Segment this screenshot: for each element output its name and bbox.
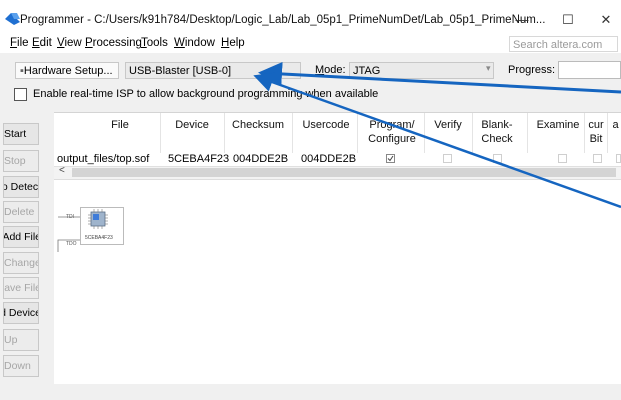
save-file-button[interactable]: Save File — [3, 277, 39, 299]
progress-bar — [558, 61, 621, 79]
verify-checkbox[interactable] — [443, 154, 452, 163]
program-checkbox[interactable] — [386, 154, 395, 163]
erase-checkbox[interactable] — [616, 154, 621, 163]
stop-button[interactable]: Stop — [3, 150, 39, 172]
menu-file[interactable]: File — [10, 37, 29, 49]
menu-help[interactable]: Help — [221, 37, 245, 49]
chevron-down-icon[interactable]: ▾ — [486, 63, 491, 74]
cell-usercode: 004DDE2B — [301, 153, 357, 165]
hardware-field: USB-Blaster [USB-0] — [125, 62, 301, 79]
menu-window[interactable]: Window — [174, 37, 215, 49]
jtag-chain-canvas — [54, 179, 621, 385]
header-security-bit[interactable]: cur Bit — [586, 118, 606, 146]
add-file-button[interactable]: Add File — [3, 226, 39, 248]
change-file-button[interactable]: Change — [3, 252, 39, 274]
tdo-label: TDO — [66, 241, 77, 247]
app-icon — [5, 13, 20, 25]
header-file[interactable]: File — [90, 118, 150, 132]
menu-processing[interactable]: Processing — [85, 37, 142, 49]
header-program[interactable]: Program/Configure — [364, 118, 420, 146]
cell-device: 5CEBA4F23 — [168, 153, 230, 165]
cell-file[interactable]: output_files/top.sof — [57, 153, 149, 165]
maximize-button[interactable]: ☐ — [551, 7, 585, 33]
device-caption: 5CEBA4F23 — [85, 235, 113, 241]
mode-select[interactable]: JTAG — [349, 62, 494, 79]
status-bar — [0, 384, 621, 400]
search-input[interactable]: Search altera.com — [509, 36, 618, 52]
progress-label: Progress: — [508, 64, 556, 76]
cell-checksum: 004DDE2B — [233, 153, 289, 165]
hardware-setup-button[interactable]: ▪Hardware Setup... — [15, 62, 119, 79]
menu-view[interactable]: View — [57, 37, 82, 49]
isp-checkbox[interactable] — [14, 88, 27, 101]
header-blank-check[interactable]: Blank- Check — [474, 118, 520, 146]
close-button[interactable]: ✕ — [589, 7, 621, 33]
menu-tools[interactable]: Tools — [141, 37, 168, 49]
header-examine[interactable]: Examine — [535, 118, 581, 132]
mode-label: Mode: — [315, 64, 346, 76]
tdi-label: TDI — [66, 214, 75, 220]
security-bit-checkbox[interactable] — [593, 154, 602, 163]
add-device-button[interactable]: Add Device — [3, 302, 39, 324]
down-button[interactable]: Down — [3, 355, 39, 377]
hardware-setup-label: Hardware Setup... — [23, 65, 113, 77]
auto-detect-button[interactable]: Auto Detect — [3, 176, 39, 198]
scrollbar-thumb[interactable] — [72, 168, 616, 177]
header-device[interactable]: Device — [168, 118, 216, 132]
delete-button[interactable]: Delete — [3, 201, 39, 223]
menu-edit[interactable]: Edit — [32, 37, 52, 49]
header-checksum[interactable]: Checksum — [228, 118, 288, 132]
chip-icon — [88, 209, 108, 229]
window-title: Programmer - C:/Users/k91h784/Desktop/Lo… — [20, 14, 546, 26]
header-verify[interactable]: Verify — [428, 118, 468, 132]
scroll-left-icon[interactable]: < — [59, 165, 65, 176]
examine-checkbox[interactable] — [558, 154, 567, 163]
blank-check-checkbox[interactable] — [493, 154, 502, 163]
isp-label: Enable real-time ISP to allow background… — [33, 88, 379, 100]
header-erase[interactable]: a — [610, 118, 621, 132]
up-button[interactable]: Up — [3, 329, 39, 351]
minimize-button[interactable]: — — [505, 7, 539, 33]
header-usercode[interactable]: Usercode — [297, 118, 355, 132]
start-button[interactable]: Start — [3, 123, 39, 145]
